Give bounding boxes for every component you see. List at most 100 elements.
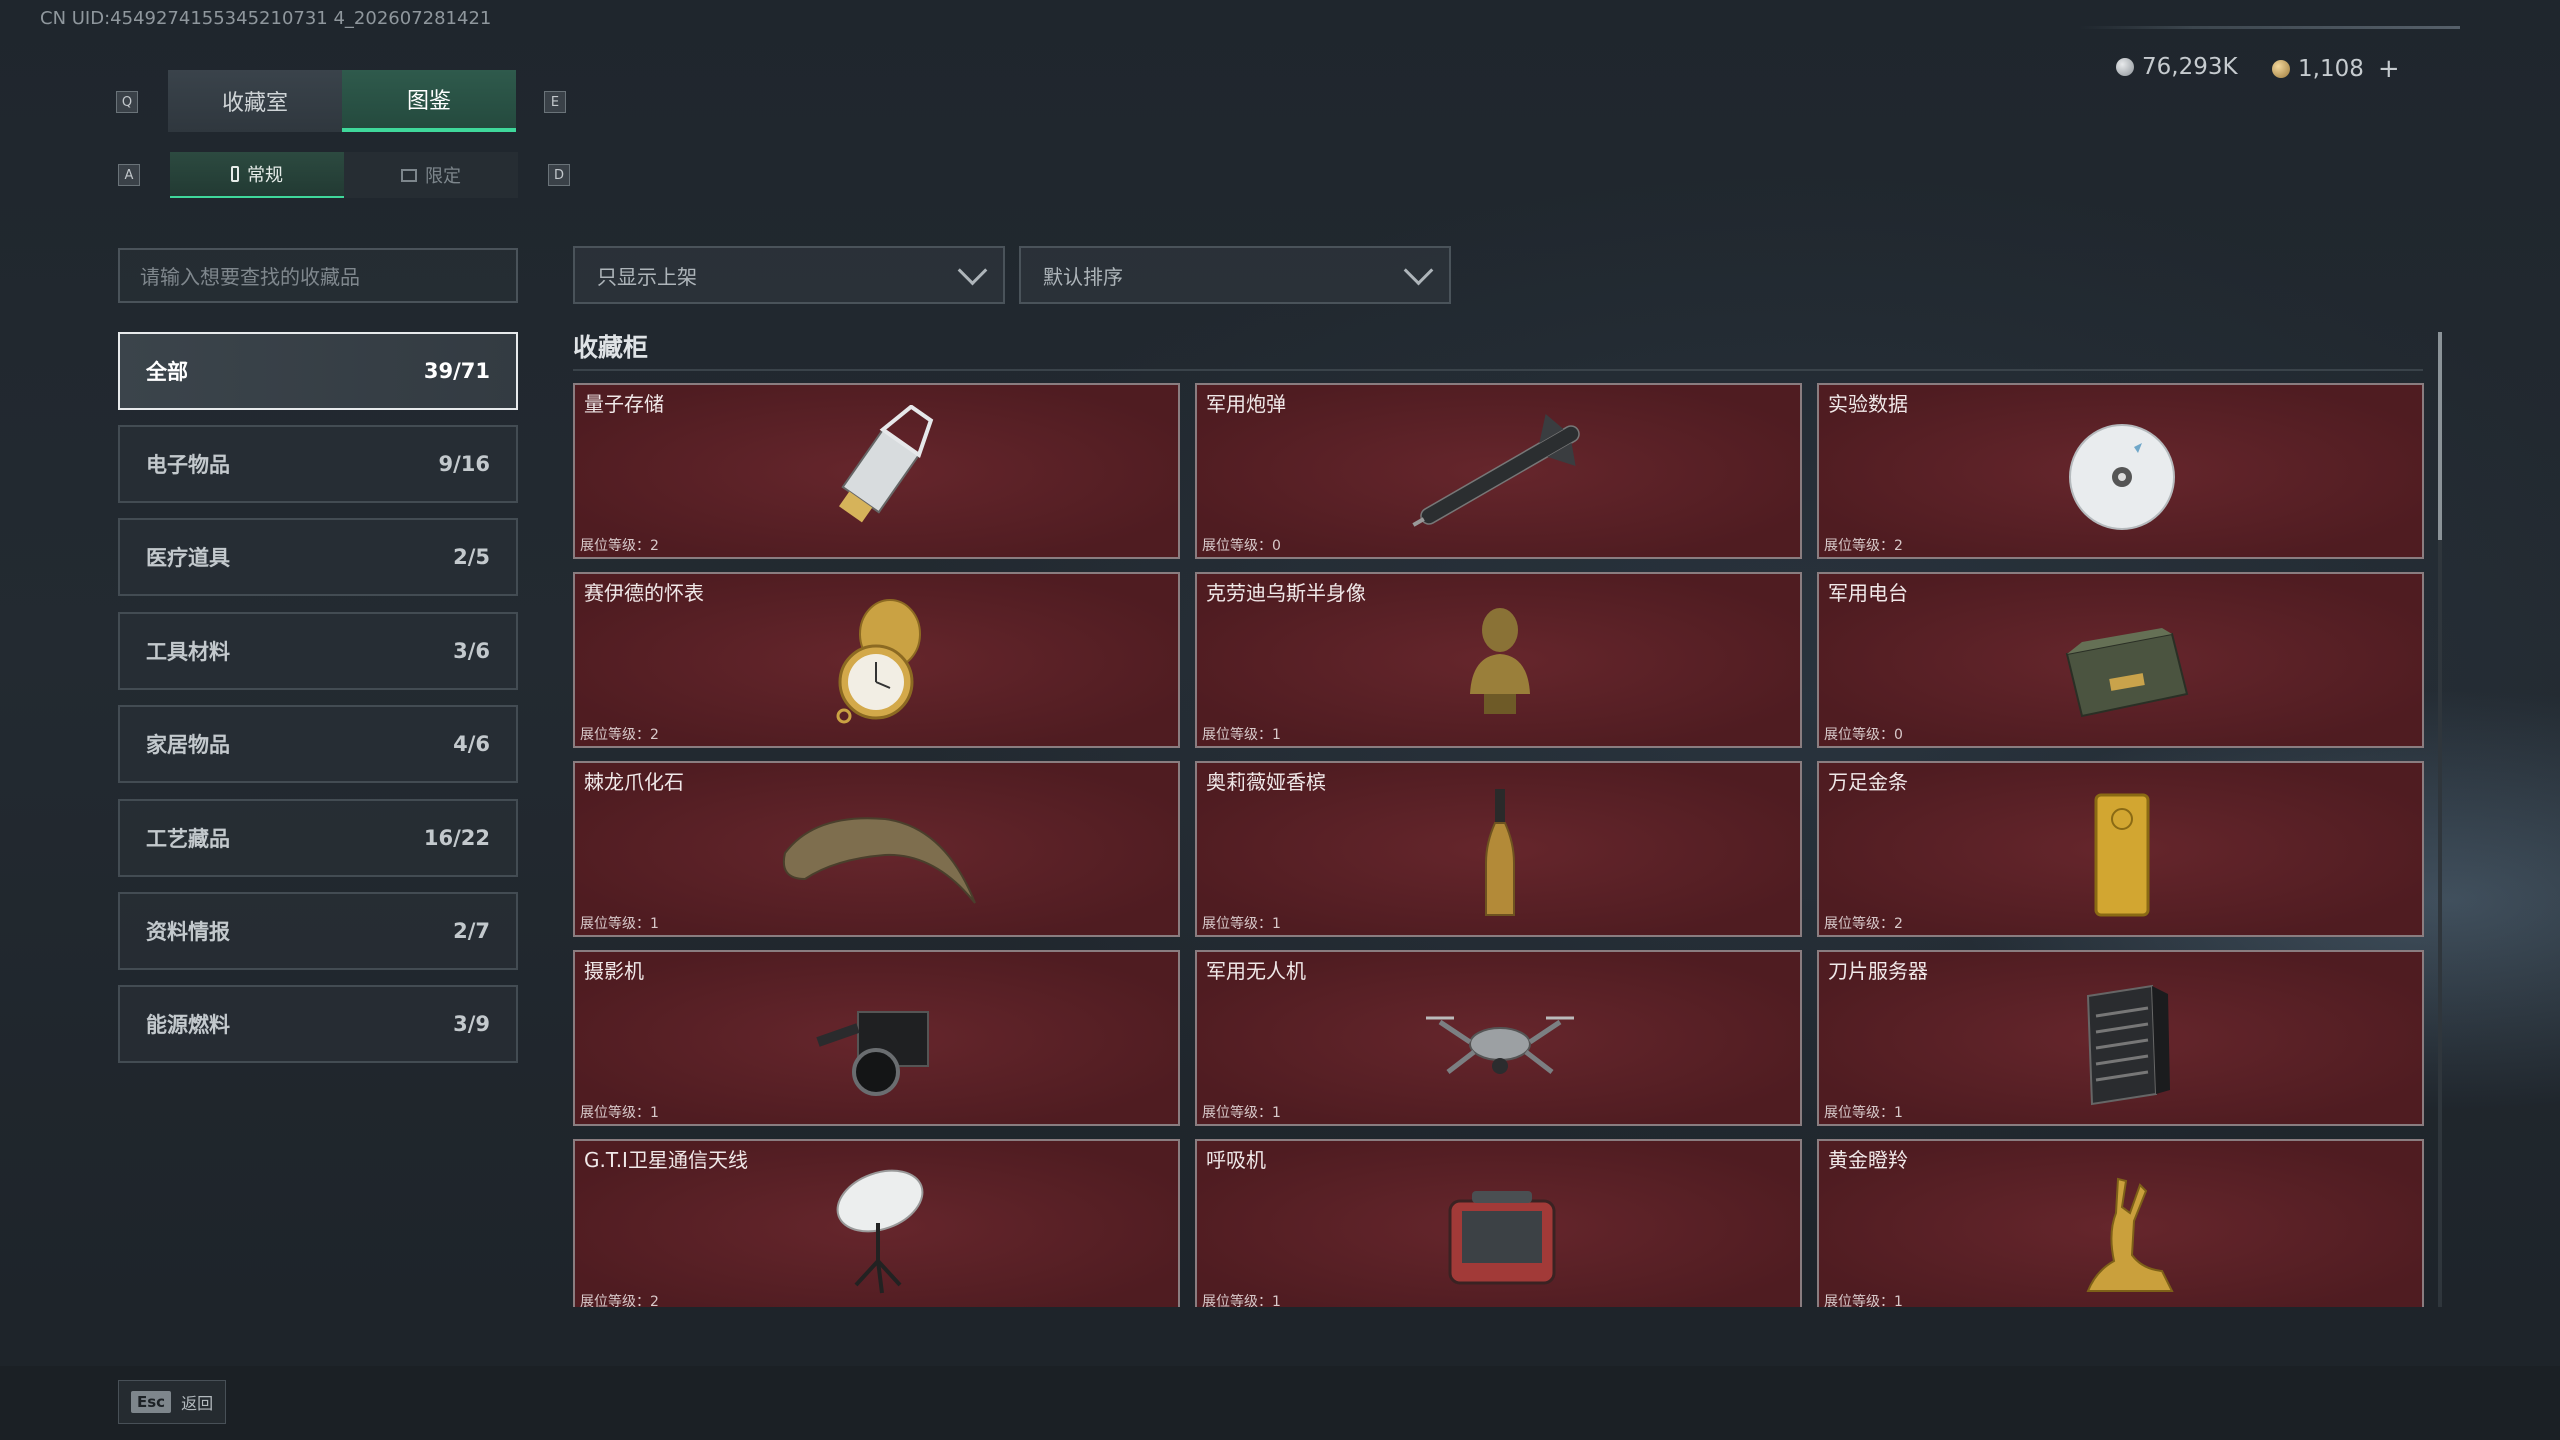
- item-card[interactable]: 摄影机 展位等级：1: [573, 950, 1180, 1126]
- item-card[interactable]: 实验数据 展位等级：2: [1817, 383, 2424, 559]
- item-level: 展位等级：1: [1824, 1294, 1903, 1307]
- footer-bar: [0, 1366, 2560, 1440]
- item-level: 展位等级：1: [1202, 1294, 1281, 1307]
- category-count: 16/22: [423, 826, 490, 850]
- item-level: 展位等级：0: [1202, 538, 1281, 554]
- gold-amount: 1,108: [2298, 56, 2364, 82]
- item-name: 实验数据: [1828, 392, 1908, 416]
- category-count: 39/71: [423, 359, 490, 383]
- item-card[interactable]: 军用电台 展位等级：0: [1817, 572, 2424, 748]
- pocket-watch-icon: [836, 599, 921, 724]
- blade-server-icon: [2086, 984, 2170, 1106]
- main-tabs: 收藏室 图鉴: [168, 70, 516, 132]
- add-currency-button[interactable]: +: [2378, 54, 2400, 84]
- item-card[interactable]: 克劳迪乌斯半身像 展位等级：1: [1195, 572, 1802, 748]
- item-card[interactable]: 军用无人机 展位等级：1: [1195, 950, 1802, 1126]
- item-level: 展位等级：2: [580, 1294, 659, 1307]
- disc-icon: [2069, 424, 2175, 530]
- category-electronics[interactable]: 电子物品 9/16: [118, 425, 518, 503]
- usb-drive-icon: [839, 405, 934, 523]
- item-level: 展位等级：2: [1824, 538, 1903, 554]
- item-level: 展位等级：1: [1202, 727, 1281, 743]
- display-filter-dropdown[interactable]: 只显示上架: [573, 246, 1005, 304]
- item-name: 军用炮弹: [1206, 392, 1286, 416]
- item-name: 刀片服务器: [1828, 959, 1928, 983]
- category-count: 9/16: [438, 452, 490, 476]
- item-name: G.T.I卫星通信天线: [584, 1148, 748, 1172]
- item-level: 展位等级：1: [580, 1105, 659, 1121]
- satellite-dish-icon: [836, 1169, 924, 1294]
- item-level: 展位等级：1: [1202, 916, 1281, 932]
- item-name: 赛伊德的怀表: [584, 581, 704, 605]
- champagne-bottle-icon: [1485, 789, 1515, 916]
- item-level: 展位等级：1: [580, 916, 659, 932]
- item-card[interactable]: 万足金条 展位等级：2: [1817, 761, 2424, 937]
- item-card[interactable]: 刀片服务器 展位等级：1: [1817, 950, 2424, 1126]
- category-intel[interactable]: 资料情报 2/7: [118, 892, 518, 970]
- item-level: 展位等级：2: [580, 727, 659, 743]
- category-energy[interactable]: 能源燃料 3/9: [118, 985, 518, 1063]
- category-label: 家居物品: [146, 733, 230, 757]
- item-card[interactable]: 量子存储 展位等级：2: [573, 383, 1180, 559]
- item-name: 万足金条: [1828, 770, 1908, 794]
- item-name: 克劳迪乌斯半身像: [1206, 581, 1366, 605]
- category-label: 能源燃料: [146, 1013, 230, 1037]
- item-name: 量子存储: [584, 392, 664, 416]
- back-button[interactable]: Esc 返回: [118, 1380, 227, 1424]
- category-label: 资料情报: [146, 920, 230, 944]
- category-count: 3/6: [453, 639, 490, 663]
- back-label: 返回: [181, 1394, 214, 1413]
- category-count: 3/9: [453, 1012, 490, 1036]
- claw-fossil-icon: [783, 817, 976, 904]
- item-name: 奥莉薇娅香槟: [1206, 770, 1326, 794]
- category-tools[interactable]: 工具材料 3/6: [118, 612, 518, 690]
- item-name: 军用无人机: [1206, 959, 1306, 983]
- category-medical[interactable]: 医疗道具 2/5: [118, 518, 518, 596]
- drone-icon: [1426, 1016, 1574, 1074]
- tab-catalog[interactable]: 图鉴: [342, 70, 516, 132]
- image-icon: [401, 168, 417, 182]
- category-household[interactable]: 家居物品 4/6: [118, 705, 518, 783]
- item-level: 展位等级：2: [1824, 916, 1903, 932]
- missile-icon: [1412, 414, 1580, 527]
- category-label: 工艺藏品: [146, 827, 230, 851]
- hud-decoration: [2080, 26, 2460, 29]
- subtab-limited[interactable]: 限定: [344, 152, 518, 198]
- silver-coin-icon: [2116, 58, 2134, 76]
- item-card[interactable]: 黄金瞪羚 展位等级：1: [1817, 1139, 2424, 1307]
- item-card[interactable]: 呼吸机 展位等级：1: [1195, 1139, 1802, 1307]
- tab-collection-room[interactable]: 收藏室: [168, 70, 342, 132]
- section-title: 收藏柜: [573, 333, 649, 362]
- item-card[interactable]: G.T.I卫星通信天线 展位等级：2: [573, 1139, 1180, 1307]
- section-divider: [573, 369, 2423, 371]
- key-hint-e: E: [544, 91, 566, 113]
- esc-key-hint: Esc: [131, 1391, 172, 1413]
- category-count: 4/6: [453, 732, 490, 756]
- search-input[interactable]: 请输入想要查找的收藏品: [118, 248, 518, 303]
- bust-statue-icon: [1470, 608, 1530, 714]
- chevron-down-icon: [1403, 255, 1434, 285]
- item-card[interactable]: 赛伊德的怀表 展位等级：2: [573, 572, 1180, 748]
- silver-amount: 76,293K: [2142, 54, 2238, 80]
- subtab-regular[interactable]: 常规: [170, 152, 344, 198]
- category-crafts[interactable]: 工艺藏品 16/22: [118, 799, 518, 877]
- display-filter-value: 只显示上架: [597, 264, 697, 289]
- item-card[interactable]: 奥莉薇娅香槟 展位等级：1: [1195, 761, 1802, 937]
- item-name: 呼吸机: [1206, 1148, 1266, 1172]
- subtab-regular-label: 常规: [247, 165, 283, 186]
- scrollbar-thumb[interactable]: [2438, 332, 2442, 540]
- category-all[interactable]: 全部 39/71: [118, 332, 518, 410]
- golden-gazelle-icon: [2086, 1177, 2174, 1292]
- sort-dropdown[interactable]: 默认排序: [1019, 246, 1451, 304]
- item-name: 棘龙爪化石: [584, 770, 684, 794]
- category-label: 电子物品: [146, 453, 230, 477]
- item-card[interactable]: 军用炮弹 展位等级：0: [1195, 383, 1802, 559]
- item-level: 展位等级：1: [1202, 1105, 1281, 1121]
- category-label: 全部: [146, 360, 188, 384]
- category-count: 2/5: [453, 545, 490, 569]
- item-level: 展位等级：1: [1824, 1105, 1903, 1121]
- ventilator-icon: [1448, 1191, 1556, 1285]
- item-card[interactable]: 棘龙爪化石 展位等级：1: [573, 761, 1180, 937]
- item-level: 展位等级：2: [580, 538, 659, 554]
- silver-currency: 76,293K: [2116, 54, 2238, 80]
